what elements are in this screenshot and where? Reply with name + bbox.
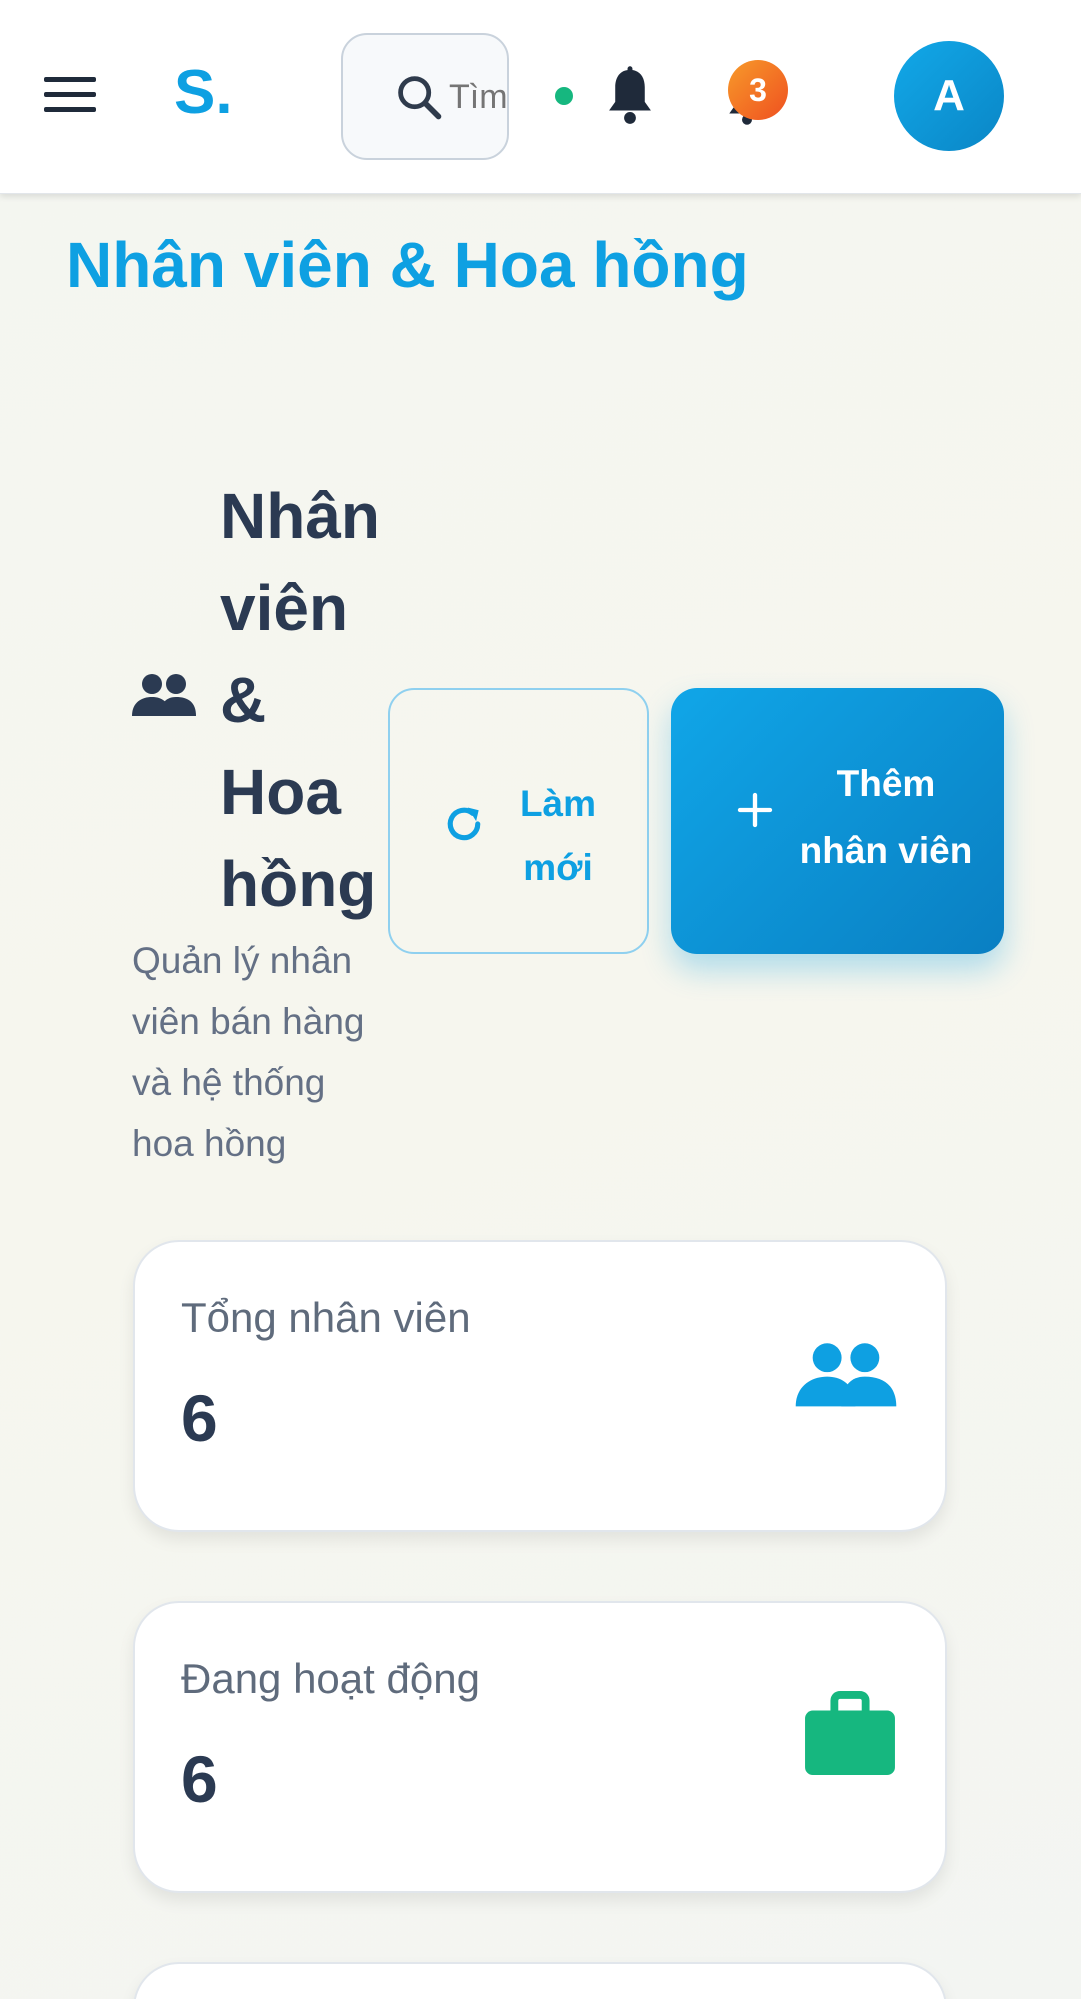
menu-line — [44, 77, 96, 82]
users-icon — [132, 674, 196, 716]
menu-line — [44, 92, 96, 97]
page-title: Nhân viên & Hoa hồng — [66, 229, 749, 301]
stat-label: Tổng nhân viên — [181, 1294, 471, 1341]
plus-icon — [737, 792, 773, 828]
user-avatar[interactable]: A — [894, 41, 1004, 151]
section-title: Nhân viên & Hoa hồng — [220, 480, 380, 920]
refresh-button[interactable]: Làm mới — [388, 688, 649, 954]
add-employee-button[interactable]: Thêm nhân viên — [671, 688, 1004, 954]
top-bar: S. 3 A — [0, 0, 1081, 194]
search-box[interactable] — [341, 33, 509, 160]
briefcase-icon — [805, 1691, 895, 1776]
stat-label: Đang hoạt động — [181, 1655, 480, 1702]
notification-count-badge: 3 — [728, 60, 788, 120]
section-subtitle: Quản lý nhân viên bán hàng và hệ thống h… — [132, 940, 365, 1164]
refresh-icon — [447, 807, 481, 841]
stat-value: 6 — [181, 1742, 218, 1816]
brand-logo[interactable]: S. — [174, 58, 234, 128]
stat-card-total-employees: Tổng nhân viên 6 — [133, 1240, 947, 1532]
stat-card-partial — [133, 1962, 947, 1999]
search-input[interactable] — [449, 75, 507, 119]
menu-line — [44, 107, 96, 112]
refresh-label: Làm mới — [519, 783, 597, 888]
users-icon — [795, 1343, 897, 1407]
search-icon — [398, 76, 442, 120]
online-status-dot — [555, 87, 573, 105]
bell-icon[interactable] — [600, 65, 660, 134]
hamburger-menu-button[interactable] — [44, 77, 96, 113]
add-employee-label: Thêm nhân viên — [799, 763, 973, 871]
stat-card-active-employees: Đang hoạt động 6 — [133, 1601, 947, 1893]
stat-value: 6 — [181, 1381, 218, 1455]
